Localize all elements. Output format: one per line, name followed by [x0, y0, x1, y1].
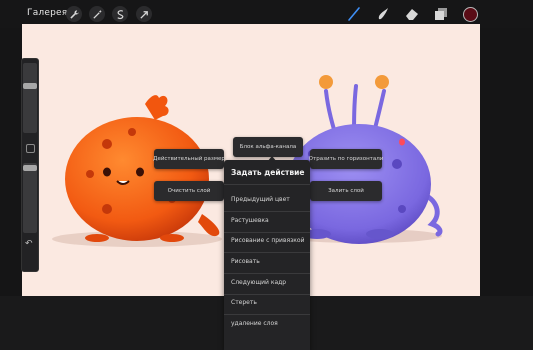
menu-divider — [224, 211, 310, 212]
clear-layer-button[interactable]: Очистить слой — [154, 181, 224, 201]
menu-divider — [224, 232, 310, 233]
modify-button[interactable] — [26, 144, 35, 153]
menu-item-feather[interactable]: Растушевка — [231, 217, 269, 224]
menu-divider — [224, 252, 310, 253]
menu-item-erase[interactable]: Стереть — [231, 299, 257, 306]
menu-item-draw[interactable]: Рисовать — [231, 258, 260, 265]
action-menu: Задать действие Предыдущий цвет Растушев… — [224, 160, 310, 350]
menu-title: Задать действие — [231, 168, 305, 177]
undo-icon[interactable]: ↶ — [25, 239, 33, 249]
opacity-slider[interactable] — [23, 163, 37, 233]
brush-size-slider[interactable] — [23, 63, 37, 133]
opacity-thumb[interactable] — [23, 165, 37, 171]
left-sidebar: ↶ — [21, 58, 39, 272]
fill-layer-button[interactable]: Залить слой — [310, 181, 382, 201]
brush-icon[interactable] — [346, 6, 362, 22]
menu-item-snap-draw[interactable]: Рисование с привязкой — [231, 237, 305, 244]
flip-horizontal-button[interactable]: Отразить по горизонтали — [309, 149, 383, 169]
menu-divider — [224, 294, 310, 295]
gallery-button[interactable]: Галерея — [27, 8, 67, 18]
magic-wand-icon[interactable] — [89, 6, 105, 22]
layers-icon[interactable] — [433, 6, 449, 22]
menu-divider — [224, 314, 310, 315]
alpha-lock-button[interactable]: Блок альфа-канала — [233, 137, 303, 157]
color-swatch-button[interactable] — [463, 7, 478, 22]
actual-size-button[interactable]: Действительный размер — [153, 149, 225, 169]
menu-item-delete-layer[interactable]: удаление слоя — [231, 320, 278, 327]
menu-item-previous-color[interactable]: Предыдущий цвет — [231, 196, 290, 203]
menu-divider — [224, 184, 310, 185]
transform-arrow-icon[interactable] — [136, 6, 152, 22]
menu-item-next-frame[interactable]: Следующий кадр — [231, 279, 286, 286]
smudge-icon[interactable] — [375, 6, 391, 22]
eraser-icon[interactable] — [404, 6, 420, 22]
selection-icon[interactable] — [112, 6, 128, 22]
brush-size-thumb[interactable] — [23, 83, 37, 89]
menu-divider — [224, 273, 310, 274]
wrench-icon[interactable] — [66, 6, 82, 22]
